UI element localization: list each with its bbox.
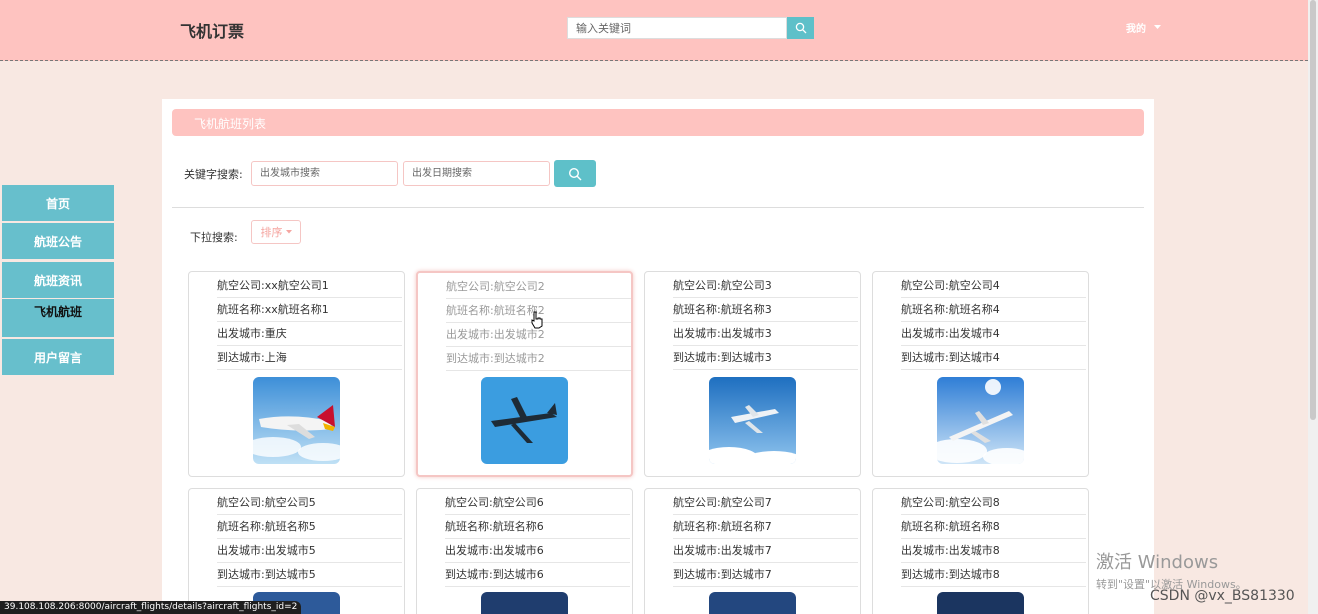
arrival-city-text: 到达城市:到达城市4	[901, 346, 1086, 370]
departure-city-text: 出发城市:出发城市7	[673, 539, 858, 563]
airline-text: 航空公司:航空公司4	[901, 274, 1086, 298]
flight-card-4[interactable]: 航空公司:航空公司4 航班名称:航班名称4 出发城市:出发城市4 到达城市:到达…	[872, 271, 1089, 477]
cursor-hand-icon	[531, 311, 543, 329]
header-search-button[interactable]	[787, 17, 814, 39]
departure-city-text: 出发城市:出发城市5	[217, 539, 402, 563]
departure-city-text: 出发城市:出发城市4	[901, 322, 1086, 346]
flight-image[interactable]	[253, 377, 340, 464]
flight-image[interactable]	[937, 592, 1024, 614]
sidebar-item-messages[interactable]: 用户留言	[2, 339, 114, 375]
user-menu-label: 我的	[1126, 24, 1146, 35]
arrival-city-text: 到达城市:到达城市8	[901, 563, 1086, 587]
departure-city-text: 出发城市:出发城市6	[445, 539, 630, 563]
csdn-watermark: CSDN @vx_BS81330	[1150, 588, 1295, 604]
search-icon	[795, 22, 806, 34]
flight-name-text: 航班名称:航班名称6	[445, 515, 630, 539]
flight-image[interactable]	[709, 377, 796, 464]
arrival-city-text: 到达城市:到达城市6	[445, 563, 630, 587]
keyword-search-label: 关键字搜索:	[184, 168, 243, 181]
status-bar-url: 39.108.108.206:8000/aircraft_flights/det…	[0, 601, 302, 614]
departure-date-input[interactable]	[403, 161, 550, 186]
airline-text: 航空公司:航空公司7	[673, 491, 858, 515]
airline-text: 航空公司:xx航空公司1	[217, 274, 402, 298]
departure-city-text: 出发城市:出发城市3	[673, 322, 858, 346]
flight-card-3[interactable]: 航空公司:航空公司3 航班名称:航班名称3 出发城市:出发城市3 到达城市:到达…	[644, 271, 861, 477]
airline-text: 航空公司:航空公司8	[901, 491, 1086, 515]
sidebar-item-news[interactable]: 航班资讯	[2, 262, 114, 298]
arrival-city-text: 到达城市:到达城市2	[446, 347, 631, 371]
caret-down-icon	[285, 230, 292, 234]
flight-card-5[interactable]: 航空公司:航空公司5 航班名称:航班名称5 出发城市:出发城市5 到达城市:到达…	[188, 488, 405, 614]
flight-name-text: 航班名称:航班名称8	[901, 515, 1086, 539]
activation-title: 激活 Windows	[1096, 552, 1219, 573]
sidebar-item-announcements[interactable]: 航班公告	[2, 223, 114, 259]
flight-name-text: 航班名称:航班名称3	[673, 298, 858, 322]
sidebar-item-home[interactable]: 首页	[2, 185, 114, 221]
arrival-city-text: 到达城市:上海	[217, 346, 402, 370]
user-menu[interactable]: 我的	[1126, 20, 1161, 35]
sort-label: 排序	[260, 226, 283, 239]
search-icon	[568, 167, 582, 180]
flight-name-text: 航班名称:xx航班名称1	[217, 298, 402, 322]
arrival-city-text: 到达城市:到达城市3	[673, 346, 858, 370]
airline-text: 航空公司:航空公司2	[446, 275, 631, 299]
caret-down-icon	[1154, 25, 1161, 29]
flight-name-text: 航班名称:航班名称5	[217, 515, 402, 539]
dropdown-search-label: 下拉搜索:	[190, 231, 238, 244]
departure-city-text: 出发城市:重庆	[217, 322, 402, 346]
sidebar-item-flights[interactable]: 飞机航班	[2, 299, 114, 337]
flight-list-panel: 飞机航班列表 关键字搜索: 下拉搜索: 排序 航空公司:xx航空公司1 航班名称…	[162, 99, 1154, 614]
flight-name-text: 航班名称:航班名称4	[901, 298, 1086, 322]
divider	[172, 207, 1144, 208]
airline-text: 航空公司:航空公司5	[217, 491, 402, 515]
departure-city-text: 出发城市:出发城市8	[901, 539, 1086, 563]
arrival-city-text: 到达城市:到达城市7	[673, 563, 858, 587]
airline-text: 航空公司:航空公司3	[673, 274, 858, 298]
flight-card-1[interactable]: 航空公司:xx航空公司1 航班名称:xx航班名称1 出发城市:重庆 到达城市:上…	[188, 271, 405, 477]
flight-card-6[interactable]: 航空公司:航空公司6 航班名称:航班名称6 出发城市:出发城市6 到达城市:到达…	[416, 488, 633, 614]
airline-text: 航空公司:航空公司6	[445, 491, 630, 515]
panel-title: 飞机航班列表	[172, 109, 1144, 136]
sort-dropdown[interactable]: 排序	[251, 220, 301, 244]
scrollbar-thumb[interactable]	[1310, 0, 1316, 420]
departure-city-input[interactable]	[251, 161, 398, 186]
flight-image[interactable]	[481, 592, 568, 614]
flight-card-7[interactable]: 航空公司:航空公司7 航班名称:航班名称7 出发城市:出发城市7 到达城市:到达…	[644, 488, 861, 614]
page-scrollbar[interactable]	[1308, 0, 1318, 614]
flight-image[interactable]	[481, 377, 568, 464]
header-search-input[interactable]	[567, 17, 787, 39]
flight-name-text: 航班名称:航班名称7	[673, 515, 858, 539]
flight-card-2[interactable]: 航空公司:航空公司2 航班名称:航班名称2 出发城市:出发城市2 到达城市:到达…	[416, 271, 633, 477]
brand-title[interactable]: 飞机订票	[180, 18, 244, 42]
top-header: 飞机订票 我的	[0, 0, 1318, 61]
flight-card-8[interactable]: 航空公司:航空公司8 航班名称:航班名称8 出发城市:出发城市8 到达城市:到达…	[872, 488, 1089, 614]
keyword-search-button[interactable]	[554, 160, 596, 187]
flight-image[interactable]	[709, 592, 796, 614]
arrival-city-text: 到达城市:到达城市5	[217, 563, 402, 587]
windows-activation-watermark: 激活 Windows 转到"设置"以激活 Windows。	[1096, 548, 1247, 592]
flight-image[interactable]	[937, 377, 1024, 464]
